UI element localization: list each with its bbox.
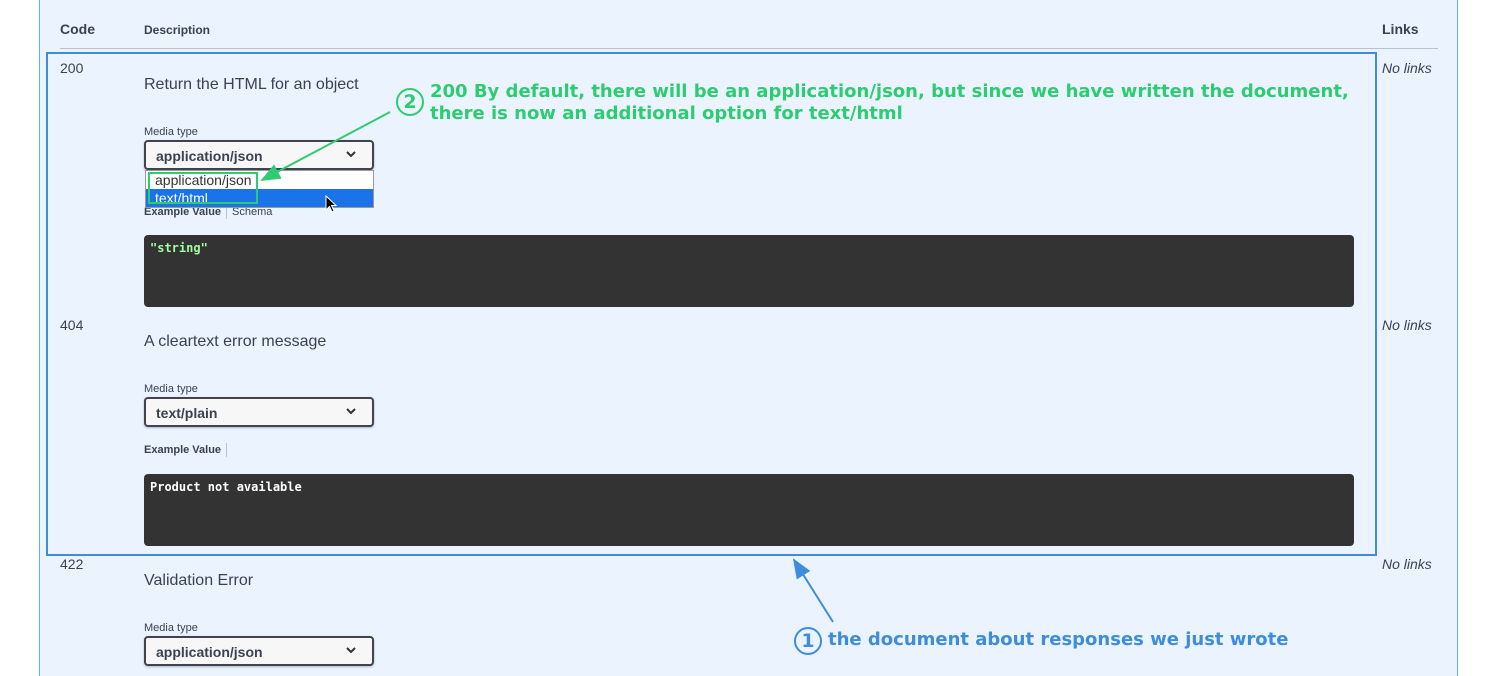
annotation-note-2-line1: 200 By default, there will be an applica… <box>430 81 1349 102</box>
arrow-note-2 <box>260 111 391 181</box>
annotation-note-2: 200 By default, there will be an applica… <box>430 81 1349 125</box>
annotation-number-1: 1 <box>794 627 822 655</box>
annotation-note-2-line2: there is now an additional option for te… <box>430 103 903 124</box>
annotation-number-2: 2 <box>396 88 424 116</box>
annotation-note-1: the document about responses we just wro… <box>828 629 1289 650</box>
arrow-note-1 <box>792 558 834 623</box>
